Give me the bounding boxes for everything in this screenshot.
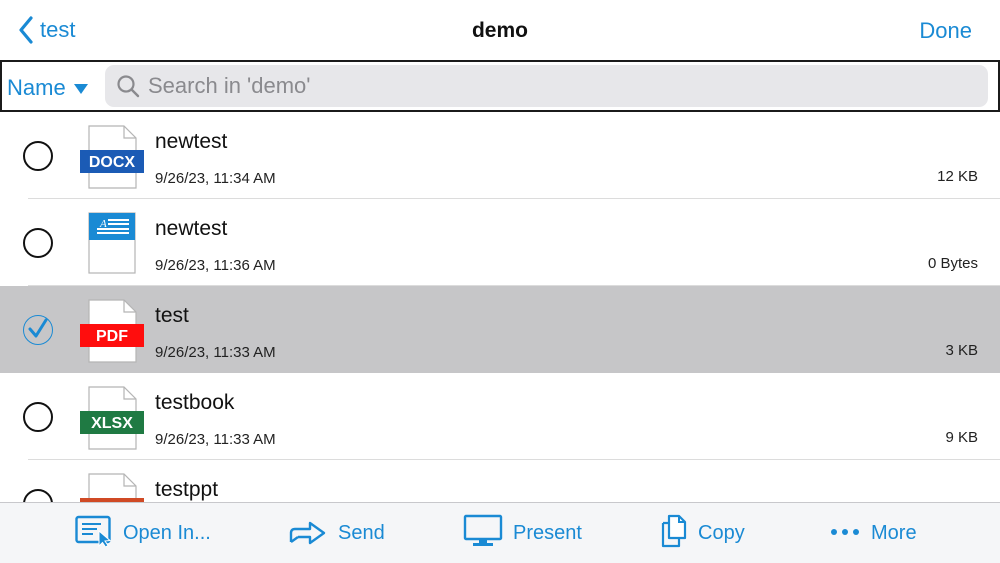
- send-arrow-icon: [288, 515, 328, 552]
- open-in-button[interactable]: Open In...: [75, 515, 211, 551]
- file-name: testppt: [155, 478, 219, 501]
- file-name: test: [155, 304, 189, 327]
- search-input[interactable]: [148, 73, 968, 99]
- sort-label: Name: [7, 75, 66, 100]
- page-title: demo: [471, 19, 528, 42]
- file-size: 0 Bytes: [927, 255, 978, 272]
- more-label: More: [871, 521, 917, 544]
- file-name: testbook: [155, 391, 235, 414]
- selection-radio[interactable]: [23, 228, 53, 258]
- file-row[interactable]: testppt: [0, 460, 1000, 502]
- pdf-file-icon: PDF: [80, 298, 144, 364]
- xlsx-file-icon: XLSX: [80, 385, 144, 451]
- search-field[interactable]: [105, 65, 988, 107]
- present-button[interactable]: Present: [463, 514, 582, 553]
- file-row-selected[interactable]: PDF test 9/26/23, 11:33 AM 3 KB: [0, 286, 1000, 373]
- file-date: 9/26/23, 11:33 AM: [155, 344, 276, 361]
- file-size: 9 KB: [945, 429, 978, 446]
- selection-radio[interactable]: [23, 402, 53, 432]
- file-name: newtest: [155, 217, 228, 240]
- bottom-toolbar: Open In... Send Present Copy More: [0, 502, 1000, 563]
- file-row[interactable]: XLSX testbook 9/26/23, 11:33 AM 9 KB: [0, 373, 1000, 460]
- selection-radio[interactable]: [23, 141, 53, 171]
- done-button[interactable]: Done: [919, 18, 972, 44]
- file-row[interactable]: A newtest 9/26/23, 11:36 AM 0 Bytes: [0, 199, 1000, 286]
- open-in-icon: [75, 515, 113, 552]
- pptx-file-icon: [80, 472, 144, 502]
- selection-radio[interactable]: [23, 489, 53, 502]
- copy-icon: [660, 514, 688, 553]
- file-name: newtest: [155, 130, 228, 153]
- monitor-icon: [463, 514, 503, 553]
- checkmark-icon: [28, 318, 48, 338]
- selection-radio-checked[interactable]: [23, 315, 53, 345]
- file-row[interactable]: DOCX newtest 9/26/23, 11:34 AM 12 KB: [0, 112, 1000, 199]
- file-type-badge: DOCX: [89, 154, 136, 171]
- more-dots-icon: [829, 524, 861, 542]
- file-size: 12 KB: [937, 168, 978, 185]
- file-size: 3 KB: [945, 342, 978, 359]
- present-label: Present: [513, 521, 582, 544]
- more-button[interactable]: More: [829, 515, 917, 551]
- file-list: DOCX newtest 9/26/23, 11:34 AM 12 KB A n…: [0, 112, 1000, 502]
- copy-button[interactable]: Copy: [660, 514, 745, 553]
- caret-down-icon: [73, 83, 88, 94]
- send-button[interactable]: Send: [288, 515, 385, 551]
- navigation-bar: test demo Done: [0, 0, 1000, 60]
- open-in-label: Open In...: [123, 521, 211, 544]
- file-date: 9/26/23, 11:33 AM: [155, 431, 276, 448]
- copy-label: Copy: [698, 521, 745, 544]
- search-bar: Name: [0, 60, 1000, 112]
- send-label: Send: [338, 521, 385, 544]
- file-date: 9/26/23, 11:36 AM: [155, 257, 276, 274]
- sort-dropdown[interactable]: Name: [7, 75, 88, 101]
- docx-file-icon: DOCX: [80, 124, 144, 190]
- file-type-badge: XLSX: [91, 415, 133, 432]
- file-type-badge: PDF: [96, 328, 128, 345]
- document-file-icon: A: [80, 211, 144, 277]
- file-date: 9/26/23, 11:34 AM: [155, 170, 276, 187]
- search-icon: [116, 74, 140, 98]
